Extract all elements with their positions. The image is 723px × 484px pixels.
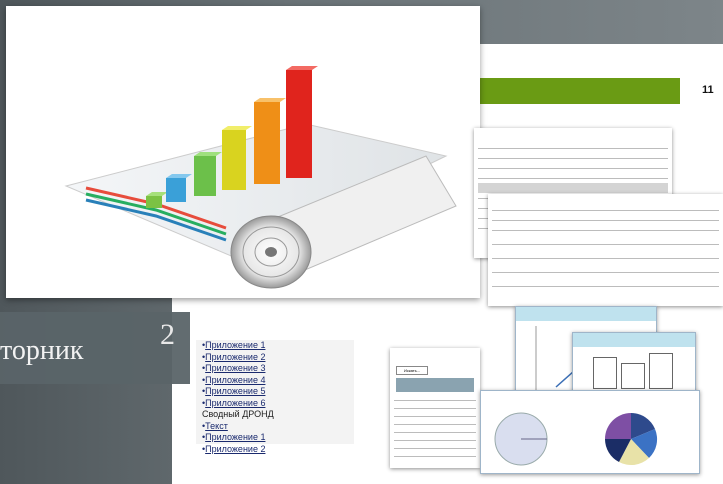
text-link[interactable]: Текст [205,421,228,431]
window-caption [516,307,656,321]
list-item[interactable]: •Приложение 2 [202,444,354,456]
appendix-link[interactable]: Приложение 6 [205,398,265,408]
list-item[interactable]: •Приложение 4 [202,375,354,387]
list-item[interactable]: •Приложение 2 [202,352,354,364]
appendix-link[interactable]: Приложение 4 [205,375,265,385]
highlight-row [478,183,668,193]
list-item[interactable]: •Приложение 1 [202,432,354,444]
chart-bar [649,353,673,389]
slide-title: торник [0,335,84,366]
pie-chart-window [480,390,700,474]
chart-bar [621,363,645,389]
title-fragment: 2 [160,318,175,351]
list-item[interactable]: •Приложение 5 [202,386,354,398]
pie-charts-graphic [494,412,658,466]
list-item[interactable]: •Текст [202,421,354,433]
search-button[interactable]: Искать... [396,366,428,375]
appendix-link[interactable]: Приложение 3 [205,363,265,373]
appendix-link[interactable]: Приложение 1 [205,340,265,350]
bar-chart-graphic [64,66,457,289]
appendix-link[interactable]: Приложение 5 [205,386,265,396]
appendix-link[interactable]: Приложение 2 [205,444,265,454]
window-caption [573,333,695,347]
list-item[interactable]: •Приложение 1 [202,340,354,352]
chart-bar [593,357,617,389]
bar-chart-window [572,332,696,394]
accent-bar [470,78,680,104]
table-document-2 [488,194,723,306]
list-item[interactable]: •Приложение 6 [202,398,354,410]
section-heading: Сводный ДРОНД [202,409,274,419]
page-number: 11 [702,84,714,96]
list-item[interactable]: •Приложение 3 [202,363,354,375]
appendix-link[interactable]: Приложение 2 [205,352,265,362]
appendix-link[interactable]: Приложение 1 [205,432,265,442]
document-list: •Приложение 1 •Приложение 2 •Приложение … [196,340,354,454]
form-document: Искать... [390,348,480,468]
form-header [396,378,474,392]
chart-illustration [6,6,480,298]
